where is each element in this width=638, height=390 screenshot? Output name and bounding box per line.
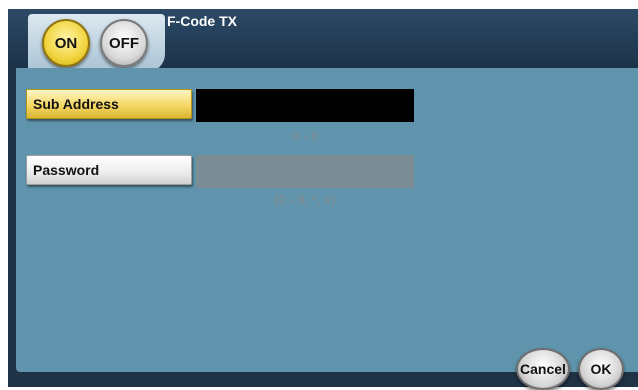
sub-address-range-hint: 0 - 9 bbox=[291, 128, 318, 143]
on-button[interactable]: ON bbox=[42, 19, 90, 67]
password-range-hint: (0 - 9, *, #) bbox=[274, 192, 336, 207]
off-button[interactable]: OFF bbox=[100, 19, 148, 67]
sub-address-button[interactable]: Sub Address bbox=[26, 89, 192, 119]
on-off-toggle-group: ON OFF bbox=[28, 14, 165, 72]
page-title: F-Code TX bbox=[167, 13, 237, 29]
sub-address-input[interactable] bbox=[196, 89, 414, 122]
cancel-button[interactable]: Cancel bbox=[516, 348, 570, 390]
header-bar: ON OFF F-Code TX bbox=[8, 9, 638, 72]
ok-button[interactable]: OK bbox=[578, 348, 624, 390]
main-panel: Sub Address 0 - 9 Password (0 - 9, *, #) bbox=[16, 68, 638, 372]
screen: ON OFF F-Code TX Sub Address 0 - 9 Passw… bbox=[8, 9, 638, 390]
password-button[interactable]: Password bbox=[26, 155, 192, 185]
password-input[interactable] bbox=[196, 155, 414, 188]
